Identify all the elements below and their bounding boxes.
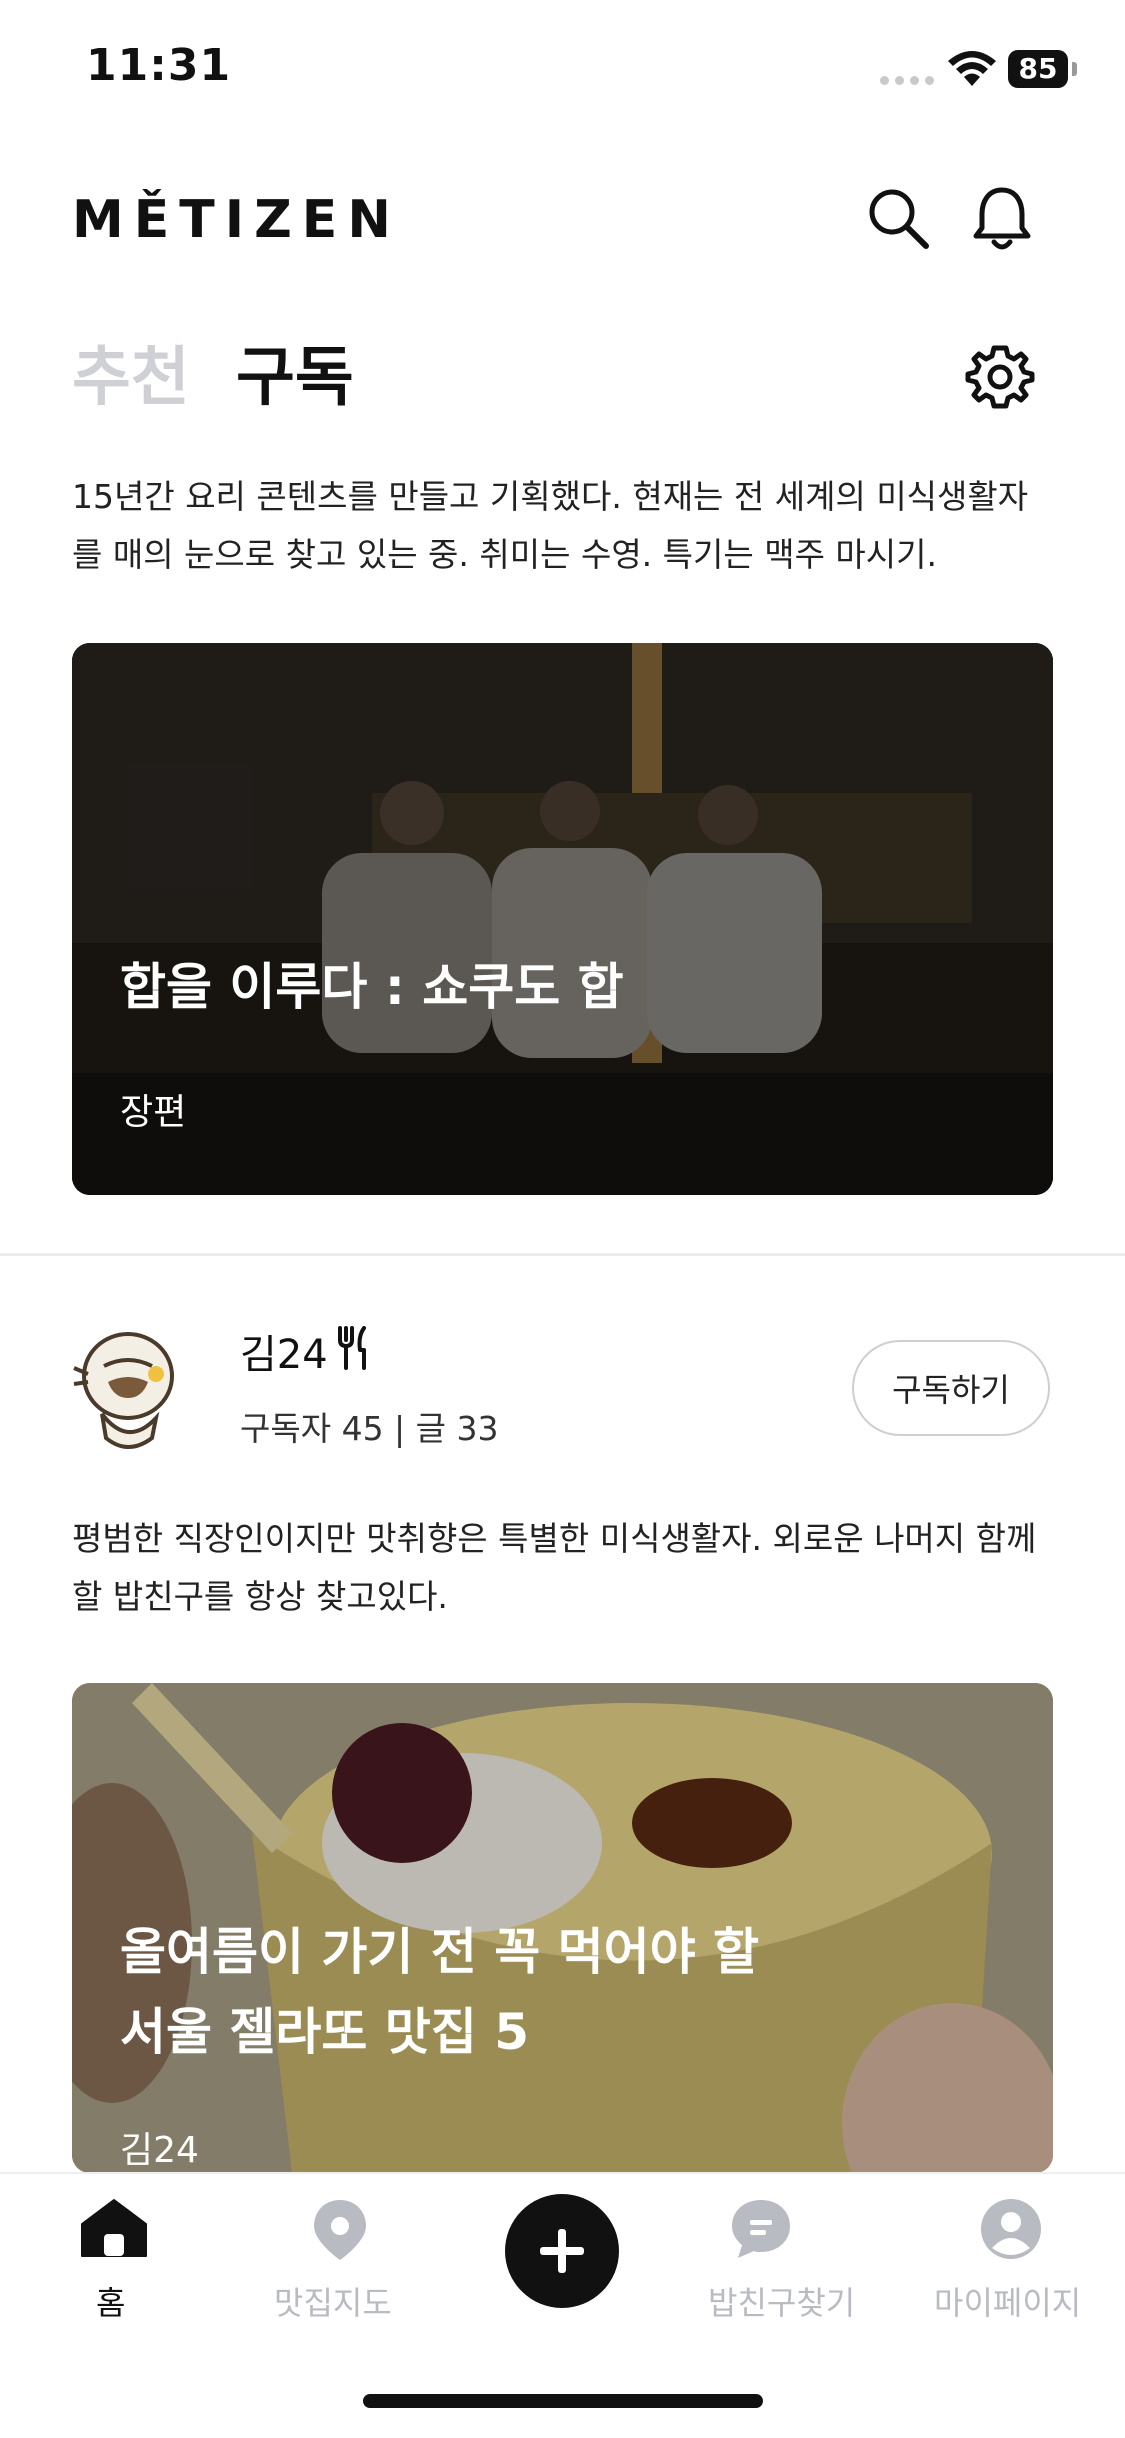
nav-mypage[interactable]: 마이페이지	[890, 2174, 1120, 2334]
map-pin-icon	[314, 2200, 366, 2260]
settings-button[interactable]	[964, 340, 1036, 412]
nav-mypage-label: 마이페이지	[934, 2284, 1082, 2322]
search-icon	[869, 189, 929, 249]
card-1-image	[72, 643, 1053, 1195]
author-description: 평범한 직장인이지만 맛취향은 특별한 미식생활자. 외로운 나머지 함께할 밥…	[72, 1519, 1037, 1616]
search-button[interactable]	[862, 182, 934, 254]
profile-icon	[981, 2199, 1041, 2259]
curator-description: 15년간 요리 콘텐츠를 만들고 기획했다. 현재는 전 세계의 미식생활자를 …	[72, 477, 1029, 574]
content-card-2[interactable]: 올여름이 가기 전 꼭 먹어야 할 서울 젤라또 맛집 5 김24	[72, 1683, 1053, 2173]
battery-icon: 85	[1008, 50, 1068, 88]
fork-knife-icon	[338, 1326, 366, 1370]
nav-home[interactable]: 홈	[66, 2174, 162, 2334]
create-post-button[interactable]	[505, 2194, 619, 2308]
author-name[interactable]: 김24	[240, 1322, 328, 1380]
nav-map[interactable]: 맛집지도	[270, 2174, 410, 2334]
plus-icon	[540, 2229, 584, 2273]
home-icon	[81, 2199, 147, 2257]
gear-icon	[965, 345, 1035, 409]
app-logo[interactable]: MĚTIZEN	[72, 190, 401, 250]
subscribe-button[interactable]: 구독하기	[852, 1340, 1050, 1436]
nav-home-label: 홈	[96, 2284, 126, 2322]
tab-subscriptions[interactable]: 구독	[236, 326, 354, 418]
cellular-signal-icon	[880, 70, 940, 89]
notifications-button[interactable]	[966, 182, 1038, 254]
chat-icon	[732, 2200, 790, 2258]
card-2-title-line2: 서울 젤라또 맛집 5	[120, 2003, 530, 2061]
wifi-icon	[948, 51, 996, 86]
author-stats: 구독자 45 | 글 33	[240, 1409, 499, 1448]
card-1-title: 합을 이루다 : 쇼쿠도 합	[120, 958, 624, 1016]
bell-icon	[973, 187, 1031, 250]
character-avatar-image	[73, 1332, 174, 1449]
content-card-1[interactable]: 합을 이루다 : 쇼쿠도 합 장편	[72, 643, 1053, 1195]
nav-map-label: 맛집지도	[274, 2284, 392, 2322]
battery-tip	[1072, 62, 1077, 76]
nav-find-friends-label: 밥친구찾기	[708, 2284, 856, 2322]
home-indicator	[363, 2394, 763, 2408]
author-avatar[interactable]	[72, 1318, 180, 1458]
nav-find-friends[interactable]: 밥친구찾기	[660, 2174, 860, 2334]
card-1-category: 장편	[120, 1092, 187, 1133]
card-2-author: 김24	[120, 2130, 199, 2171]
status-bar: 11:31 85	[0, 0, 1125, 130]
status-time: 11:31	[86, 40, 232, 91]
tab-recommended[interactable]: 추천	[72, 326, 190, 418]
card-2-title-line1: 올여름이 가기 전 꼭 먹어야 할	[120, 1923, 760, 1981]
section-divider	[0, 1253, 1125, 1256]
